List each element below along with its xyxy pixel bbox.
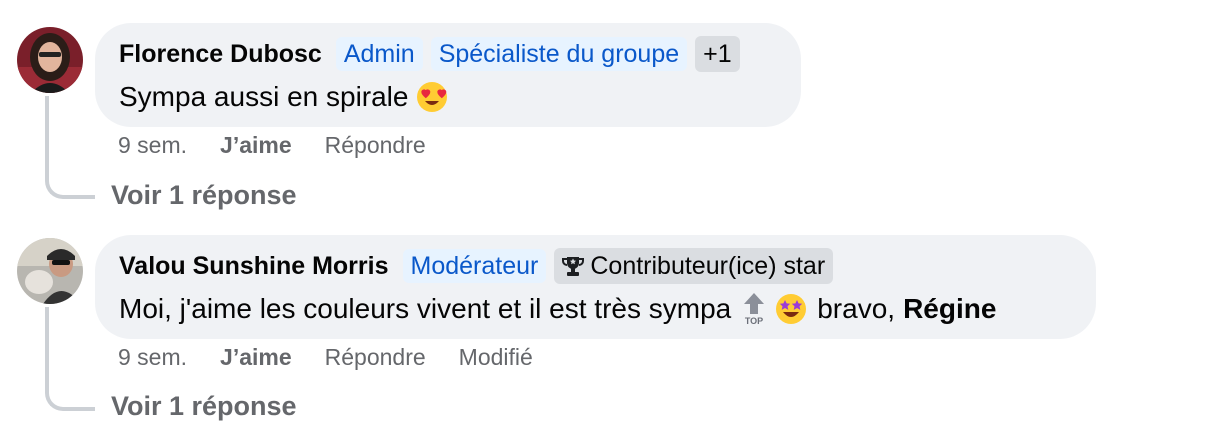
badge-more[interactable]: +1 xyxy=(695,36,740,72)
svg-text:TOP: TOP xyxy=(745,316,763,326)
like-button[interactable]: J’aime xyxy=(220,132,292,159)
star-struck-emoji xyxy=(775,293,807,325)
comment-actions: 9 sem. J’aime Répondre xyxy=(118,132,459,159)
top-arrow-emoji: TOP xyxy=(741,292,767,326)
timestamp[interactable]: 9 sem. xyxy=(118,132,187,159)
heart-eyes-emoji xyxy=(416,81,448,113)
edited-label[interactable]: Modifié xyxy=(459,344,533,371)
mention-link[interactable]: Régine xyxy=(903,289,996,329)
comment-text-end: bravo, xyxy=(817,293,896,324)
thread-line xyxy=(45,307,95,411)
badge-group-specialist[interactable]: Spécialiste du groupe xyxy=(430,37,688,71)
reply-button[interactable]: Répondre xyxy=(325,132,426,159)
thread-line xyxy=(45,96,95,199)
comment-bubble: Valou Sunshine Morris Modérateur Contrib… xyxy=(95,235,1096,339)
like-button[interactable]: J’aime xyxy=(220,344,292,371)
author-name[interactable]: Valou Sunshine Morris xyxy=(119,252,389,281)
comment-text: Moi, j'aime les couleurs vivent et il es… xyxy=(119,293,732,324)
badge-star-contributor[interactable]: Contributeur(ice) star xyxy=(554,248,834,284)
comment-text: Sympa aussi en spirale xyxy=(119,81,409,112)
view-replies-link[interactable]: Voir 1 réponse xyxy=(111,180,297,211)
author-name[interactable]: Florence Dubosc xyxy=(119,40,322,69)
timestamp[interactable]: 9 sem. xyxy=(118,344,187,371)
avatar[interactable] xyxy=(17,238,83,304)
trophy-icon xyxy=(562,255,585,277)
badge-star-contributor-label: Contributeur(ice) star xyxy=(590,251,826,280)
view-replies-link[interactable]: Voir 1 réponse xyxy=(111,391,297,422)
reply-button[interactable]: Répondre xyxy=(325,344,426,371)
avatar[interactable] xyxy=(17,27,83,93)
comment-actions: 9 sem. J’aime Répondre Modifié xyxy=(118,344,566,371)
comment-bubble: Florence Dubosc Admin Spécialiste du gro… xyxy=(95,23,801,127)
badge-moderator[interactable]: Modérateur xyxy=(402,249,547,283)
badge-admin[interactable]: Admin xyxy=(335,37,423,71)
